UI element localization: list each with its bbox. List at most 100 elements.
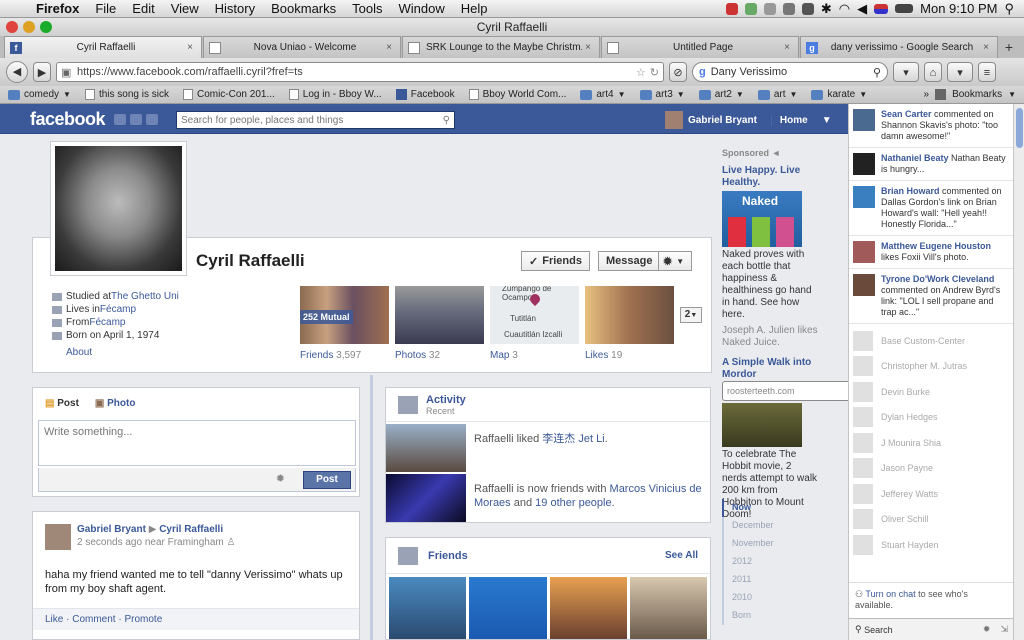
facebook-logo[interactable]: facebook (30, 109, 106, 130)
activity-link[interactable]: 19 other people (535, 497, 611, 509)
chat-search-input[interactable]: Search (864, 625, 893, 635)
composer-tab-photo[interactable]: ▣ Photo (95, 398, 136, 409)
close-tab-icon[interactable]: × (383, 42, 395, 53)
likes-thumb[interactable] (585, 286, 674, 344)
ad2-title[interactable]: A Simple Walk into Mordor (722, 357, 811, 380)
app-status-icon[interactable] (782, 2, 795, 15)
chat-contact[interactable]: Dylan Hedges (849, 405, 1014, 431)
map-thumb[interactable]: Zumpango de Ocampo Tutitlán Cuautitlán I… (490, 286, 579, 344)
chat-contact[interactable]: Christopher M. Jutras (849, 354, 1014, 380)
menu-icon[interactable]: ≡ (978, 62, 996, 82)
info-link[interactable]: Fécamp (100, 303, 136, 316)
bookmark-facebook[interactable]: Facebook (395, 89, 455, 100)
tab-google-search[interactable]: g dany verissimo - Google Search × (800, 36, 998, 58)
bookmark-folder[interactable]: art2 ▼ (698, 89, 744, 100)
bookmark-item[interactable]: Comic-Con 201... (182, 89, 275, 100)
chat-contact[interactable]: Base Custom-Center (849, 328, 1014, 354)
ad2-url[interactable]: roosterteeth.com (722, 381, 848, 401)
friend-photo[interactable] (389, 577, 467, 639)
menu-history[interactable]: History (207, 1, 263, 16)
bookmark-item[interactable]: this song is sick (84, 89, 169, 100)
minimize-window-icon[interactable] (23, 21, 35, 33)
home-link[interactable]: Home (770, 114, 808, 126)
ticker-item[interactable]: Sean Carter commented on Shannon Skavis'… (849, 104, 1013, 148)
flag-icon[interactable] (874, 3, 889, 14)
popout-icon[interactable]: ⇲ (1000, 624, 1008, 635)
search-icon[interactable]: ⚲ (443, 115, 450, 126)
settings-dropdown[interactable]: ✹ ▼ (658, 251, 692, 271)
author-link[interactable]: Gabriel Bryant (77, 524, 146, 535)
page-scrollbar[interactable] (1013, 104, 1024, 640)
menu-file[interactable]: File (87, 1, 124, 16)
user-avatar[interactable] (665, 111, 683, 129)
notifications-icon[interactable] (146, 114, 158, 125)
chat-contact[interactable]: Jason Payne (849, 456, 1014, 482)
target-link[interactable]: Cyril Raffaelli (159, 524, 223, 535)
ticker-item[interactable]: Tyrone Do'Work Cleveland commented on An… (849, 269, 1013, 324)
friends-caption[interactable]: Friends 3,597 (300, 350, 361, 361)
turn-on-chat-link[interactable]: Turn on chat (865, 589, 915, 599)
activity-title[interactable]: Activity (426, 394, 466, 406)
info-link[interactable]: The Ghetto Uni (111, 290, 179, 303)
addon-button[interactable]: ▾ (947, 62, 973, 82)
tab-cyril[interactable]: f Cyril Raffaelli × (4, 36, 202, 58)
volume-icon[interactable]: ◀ (857, 1, 867, 17)
wifi-icon[interactable]: ◠ (839, 1, 850, 17)
photos-thumb[interactable] (395, 286, 484, 344)
chat-search-bar[interactable]: ⚲ Search ✹ ⇲ (849, 618, 1014, 640)
ad1-title[interactable]: Live Happy. Live Healthy. (722, 165, 800, 188)
menu-bookmarks[interactable]: Bookmarks (263, 1, 344, 16)
chat-contact[interactable]: Oliver Schill (849, 507, 1014, 533)
friends-box-title[interactable]: Friends (428, 550, 468, 562)
friend-requests-icon[interactable] (114, 114, 126, 125)
scrollbar-thumb[interactable] (1016, 108, 1023, 148)
ticker-item[interactable]: Nathaniel Beaty Nathan Beaty is hungry..… (849, 148, 1013, 181)
map-caption[interactable]: Map 3 (490, 350, 518, 361)
year-december[interactable]: December (724, 517, 818, 535)
close-tab-icon[interactable]: × (184, 42, 196, 53)
url-bar[interactable]: ▣ https://www.facebook.com/raffaelli.cyr… (56, 62, 664, 82)
likes-caption[interactable]: Likes 19 (585, 350, 622, 361)
close-window-icon[interactable] (6, 21, 18, 33)
fb-search-input[interactable]: Search for people, places and things ⚲ (176, 111, 455, 129)
search-bar[interactable]: g Dany Verissimo ⚲ (692, 62, 888, 82)
year-november[interactable]: November (724, 535, 818, 553)
menu-window[interactable]: Window (391, 1, 453, 16)
chat-contact[interactable]: Devin Burke (849, 379, 1014, 405)
menu-edit[interactable]: Edit (124, 1, 162, 16)
tab-srk-lounge[interactable]: SRK Lounge to the Maybe Christm... × (402, 36, 600, 58)
ticker-item[interactable]: Brian Howard commented on Dallas Gordon'… (849, 181, 1013, 236)
friends-thumb[interactable]: 252 Mutual (300, 286, 389, 344)
status-textarea[interactable]: Write something... (38, 420, 356, 466)
gear-icon[interactable]: ✹ (983, 624, 991, 635)
menu-tools[interactable]: Tools (344, 1, 390, 16)
tab-untitled[interactable]: Untitled Page × (601, 36, 799, 58)
overflow-chevron-icon[interactable]: » (924, 89, 930, 100)
ad2-image[interactable] (722, 403, 802, 447)
author-avatar[interactable] (45, 524, 71, 550)
chat-contact[interactable]: J Mounira Shia (849, 430, 1014, 456)
account-menu-chevron-icon[interactable]: ▼ (822, 115, 832, 126)
messages-icon[interactable] (130, 114, 142, 125)
bluetooth-icon[interactable]: ✱ (821, 1, 832, 17)
message-button[interactable]: Message (598, 251, 661, 271)
year-2012[interactable]: 2012 (724, 553, 818, 571)
menu-help[interactable]: Help (453, 1, 496, 16)
friend-photo[interactable] (469, 577, 547, 639)
forward-button[interactable]: ▶ (33, 62, 51, 82)
activity-thumb[interactable] (386, 474, 466, 522)
year-2011[interactable]: 2011 (724, 571, 818, 589)
bookmark-folder[interactable]: art3 ▼ (639, 89, 685, 100)
close-tab-icon[interactable]: × (980, 42, 992, 53)
friend-photo[interactable] (549, 577, 627, 639)
see-all-link[interactable]: See All (665, 550, 698, 561)
clock[interactable]: Mon 9:10 PM (920, 1, 997, 16)
more-sections-button[interactable]: 2▼ (680, 307, 702, 323)
ad1-image[interactable]: Naked (722, 191, 802, 247)
search-icon[interactable]: ⚲ (873, 66, 881, 79)
app-status-icon[interactable] (763, 2, 776, 15)
menu-app[interactable]: Firefox (28, 1, 87, 16)
bookmark-star-icon[interactable]: ☆ (636, 66, 646, 79)
bookmark-item[interactable]: Log in - Bboy W... (288, 89, 382, 100)
chat-contact[interactable]: Stuart Hayden (849, 532, 1014, 558)
